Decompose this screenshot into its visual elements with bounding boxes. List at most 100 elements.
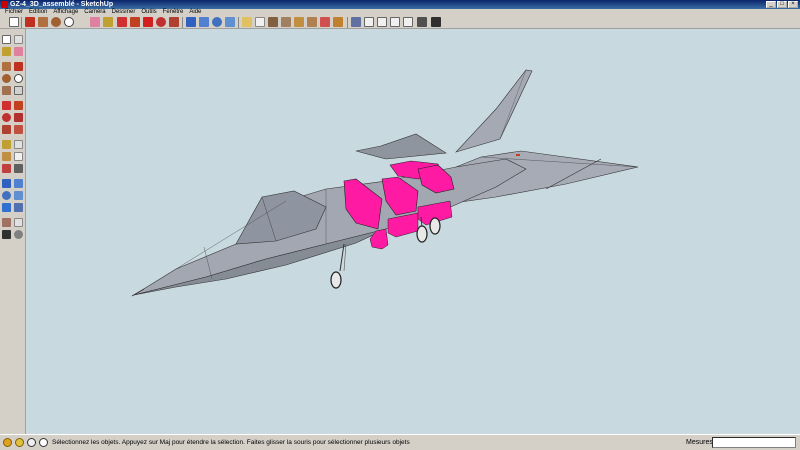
status-bar: Sélectionnez les objets. Appuyez sur Maj…	[0, 434, 800, 450]
section-icon[interactable]	[307, 17, 317, 27]
tape-icon[interactable]	[103, 17, 113, 27]
fuselage[interactable]	[133, 158, 527, 296]
menu-edition[interactable]: Edition	[26, 9, 50, 16]
pencil-icon[interactable]	[25, 17, 35, 27]
far-wing[interactable]	[355, 133, 447, 160]
zoom-window-tool-icon[interactable]	[14, 191, 23, 200]
component-icon[interactable]	[14, 35, 23, 44]
protractor-tool-icon[interactable]	[2, 152, 11, 161]
toolbar-separator	[21, 17, 22, 28]
zoom-icon[interactable]	[212, 17, 222, 27]
circle-tool-icon[interactable]	[2, 74, 11, 83]
text-icon[interactable]	[320, 17, 330, 27]
zoom-extents-tool-icon[interactable]	[2, 203, 11, 212]
toolbar-separator	[347, 17, 348, 28]
title-bar: GZ-4_3D_assemblé - SketchUp _ □ ×	[0, 0, 800, 9]
main-wheel-right[interactable]	[429, 217, 441, 235]
main-wheel-left[interactable]	[416, 225, 428, 243]
lookaround-tool-icon[interactable]	[14, 218, 23, 227]
arc-icon[interactable]	[64, 17, 74, 27]
line-tool-icon[interactable]	[14, 62, 23, 71]
paint-icon[interactable]	[117, 17, 127, 27]
tape-tool-icon[interactable]	[2, 140, 11, 149]
menu-outils[interactable]: Outils	[138, 9, 159, 16]
zoom-window-icon[interactable]	[225, 17, 235, 27]
menu-camera[interactable]: Caméra	[81, 9, 108, 16]
iso-view-icon[interactable]	[351, 17, 361, 27]
eraser-icon[interactable]	[90, 17, 100, 27]
tail-fin[interactable]	[455, 69, 533, 153]
freehand-tool-icon[interactable]	[14, 86, 23, 95]
scale-icon[interactable]	[169, 17, 179, 27]
section-plane-tool-icon[interactable]	[14, 230, 23, 239]
rectangle-tool-icon[interactable]	[2, 62, 11, 71]
instructor-icon[interactable]	[39, 438, 48, 447]
pan-icon[interactable]	[199, 17, 209, 27]
aircraft-model[interactable]	[26, 29, 800, 434]
followme-tool-icon[interactable]	[14, 113, 23, 122]
3d-text-tool-icon[interactable]	[14, 164, 23, 173]
minimize-button[interactable]: _	[766, 1, 776, 8]
maximize-button[interactable]: □	[777, 1, 787, 8]
geolocation-icon[interactable]	[3, 438, 12, 447]
nose-gear-strut-rear	[343, 243, 347, 272]
walk-tool-icon[interactable]	[2, 230, 11, 239]
measurements-field[interactable]	[712, 437, 796, 448]
rotate-icon[interactable]	[156, 17, 166, 27]
axes-icon[interactable]	[333, 17, 343, 27]
arc-tool-icon[interactable]	[14, 74, 23, 83]
menu-bar: Fichier Edition Affichage Caméra Dessine…	[0, 9, 800, 16]
window-title: GZ-4_3D_assemblé - SketchUp	[10, 1, 114, 8]
left-toolbar	[0, 29, 26, 434]
select-tool-icon[interactable]	[2, 35, 11, 44]
move-tool-icon[interactable]	[2, 101, 11, 110]
menu-fichier[interactable]: Fichier	[2, 9, 26, 16]
position-camera-icon[interactable]	[268, 17, 278, 27]
circle-icon[interactable]	[51, 17, 61, 27]
orbit-tool-icon[interactable]	[2, 179, 11, 188]
previous-icon[interactable]	[242, 17, 252, 27]
paint-bucket-icon[interactable]	[2, 47, 11, 56]
menu-affichage[interactable]: Affichage	[50, 9, 81, 16]
position-camera-tool-icon[interactable]	[2, 218, 11, 227]
text-tool-icon[interactable]	[14, 152, 23, 161]
menu-fenetre[interactable]: Fenêtre	[160, 9, 187, 16]
nose-wheel[interactable]	[330, 271, 342, 289]
xray-icon[interactable]	[431, 17, 441, 27]
credits-icon[interactable]	[15, 438, 24, 447]
toolbar-separator	[238, 17, 239, 28]
menu-dessiner[interactable]: Dessiner	[109, 9, 139, 16]
rotate-tool-icon[interactable]	[2, 113, 11, 122]
help-icon[interactable]	[27, 438, 36, 447]
axes-tool-icon[interactable]	[2, 164, 11, 173]
pan-tool-icon[interactable]	[14, 179, 23, 188]
model-viewport[interactable]	[26, 29, 800, 434]
top-view-icon[interactable]	[364, 17, 374, 27]
pushpull-icon[interactable]	[130, 17, 140, 27]
orbit-icon[interactable]	[186, 17, 196, 27]
tail-detail	[516, 154, 520, 156]
measurements-label: Mesures	[686, 439, 713, 446]
zoom-tool-icon[interactable]	[2, 191, 11, 200]
next-icon[interactable]	[255, 17, 265, 27]
scale-tool-icon[interactable]	[2, 125, 11, 134]
right-view-icon[interactable]	[390, 17, 400, 27]
close-button[interactable]: ×	[788, 1, 798, 8]
back-view-icon[interactable]	[403, 17, 413, 27]
sketchup-app-icon[interactable]	[1, 1, 8, 8]
rectangle-icon[interactable]	[38, 17, 48, 27]
lookaround-icon[interactable]	[294, 17, 304, 27]
polygon-tool-icon[interactable]	[2, 86, 11, 95]
sketchup-window: GZ-4_3D_assemblé - SketchUp _ □ × Fichie…	[0, 0, 800, 450]
walk-icon[interactable]	[281, 17, 291, 27]
pushpull-tool-icon[interactable]	[14, 101, 23, 110]
select-icon[interactable]	[9, 17, 19, 27]
eraser-tool-icon[interactable]	[14, 47, 23, 56]
move-icon[interactable]	[143, 17, 153, 27]
previous-view-tool-icon[interactable]	[14, 203, 23, 212]
dimension-tool-icon[interactable]	[14, 140, 23, 149]
front-view-icon[interactable]	[377, 17, 387, 27]
left-view-icon[interactable]	[417, 17, 427, 27]
menu-aide[interactable]: Aide	[186, 9, 204, 16]
offset-tool-icon[interactable]	[14, 125, 23, 134]
